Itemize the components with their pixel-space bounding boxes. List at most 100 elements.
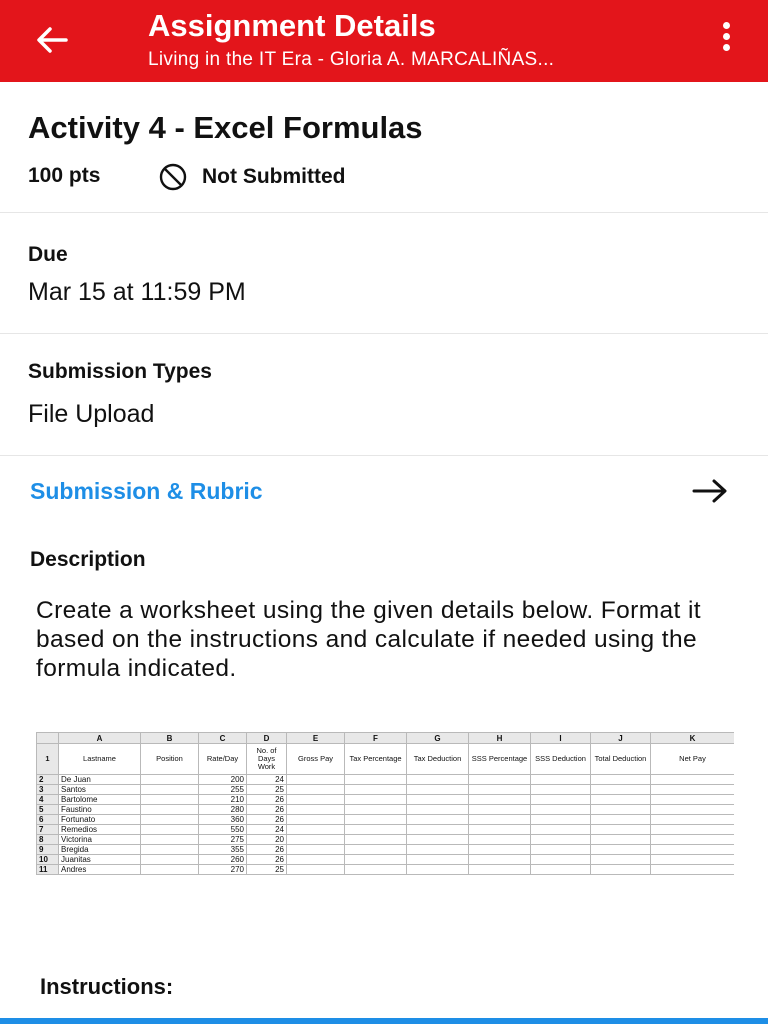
points: 100 pts	[28, 164, 101, 187]
app-bar-subtitle: Living in the IT Era - Gloria A. MARCALI…	[148, 49, 555, 70]
table-cell	[140, 864, 199, 875]
table-cell: 26	[246, 804, 287, 815]
column-letter: G	[406, 732, 469, 744]
table-row: 2 De Juan 200 24	[36, 774, 734, 785]
table-cell	[650, 824, 734, 835]
divider	[0, 455, 768, 456]
app-bar-title: Assignment Details	[148, 8, 436, 43]
column-letter-row: A B C D E F G H I J K	[36, 732, 734, 744]
table-row: 3 Santos 255 25	[36, 784, 734, 795]
table-cell	[344, 864, 407, 875]
table-cell	[530, 784, 591, 795]
header-cell: Lastname	[58, 743, 141, 775]
arrow-right-icon	[692, 479, 727, 503]
column-letter: H	[468, 732, 531, 744]
table-cell	[468, 774, 531, 785]
table-cell	[590, 854, 651, 865]
table-cell	[286, 784, 345, 795]
table-cell: 355	[198, 844, 247, 855]
table-cell: 260	[198, 854, 247, 865]
submission-rubric-link[interactable]: Submission & Rubric	[30, 478, 263, 505]
column-letter: J	[590, 732, 651, 744]
table-cell	[590, 864, 651, 875]
table-cell	[590, 824, 651, 835]
arrow-left-icon	[37, 27, 68, 53]
table-cell	[530, 864, 591, 875]
more-options-button[interactable]	[712, 22, 740, 58]
table-cell	[590, 774, 651, 785]
due-label: Due	[28, 243, 68, 266]
submission-types-value: File Upload	[28, 400, 155, 428]
table-cell: Andres	[58, 864, 141, 875]
table-cell	[530, 854, 591, 865]
table-cell	[286, 864, 345, 875]
table-cell	[286, 804, 345, 815]
table-cell	[140, 774, 199, 785]
table-cell	[406, 824, 469, 835]
table-cell	[286, 814, 345, 825]
spreadsheet-image: A B C D E F G H I J K 1 Lastname Positio…	[36, 732, 734, 890]
submission-types-label: Submission Types	[28, 360, 212, 383]
table-cell	[650, 864, 734, 875]
table-cell	[590, 794, 651, 805]
table-row: 9 Bregida 355 26	[36, 844, 734, 855]
column-letter: A	[58, 732, 141, 744]
table-cell	[530, 794, 591, 805]
table-cell	[530, 824, 591, 835]
table-cell	[140, 824, 199, 835]
table-cell	[468, 834, 531, 845]
header-cell: Gross Pay	[286, 743, 345, 775]
table-cell	[590, 784, 651, 795]
table-cell	[406, 774, 469, 785]
table-cell	[590, 844, 651, 855]
table-cell	[286, 844, 345, 855]
table-cell: 20	[246, 834, 287, 845]
header-cell: No. of Days Work	[246, 743, 287, 775]
row-number: 11	[36, 864, 59, 875]
table-cell	[468, 784, 531, 795]
header-row: 1 Lastname Position Rate/Day No. of Days…	[36, 743, 734, 775]
table-cell	[468, 854, 531, 865]
header-cell: Position	[140, 743, 199, 775]
table-cell: 26	[246, 844, 287, 855]
table-cell	[406, 854, 469, 865]
table-cell: 360	[198, 814, 247, 825]
table-row: 11 Andres 270 25	[36, 864, 734, 875]
table-cell: 275	[198, 834, 247, 845]
table-cell: 25	[246, 784, 287, 795]
table-cell: 255	[198, 784, 247, 795]
divider	[0, 333, 768, 334]
table-cell: 24	[246, 774, 287, 785]
table-cell	[344, 784, 407, 795]
column-letter: I	[530, 732, 591, 744]
submission-rubric-arrow[interactable]	[690, 476, 730, 506]
assignment-title: Activity 4 - Excel Formulas	[28, 110, 423, 145]
row-number: 2	[36, 774, 59, 785]
table-cell	[530, 774, 591, 785]
back-button[interactable]	[30, 18, 74, 62]
table-cell	[590, 804, 651, 815]
table-cell: 26	[246, 794, 287, 805]
table-row: 8 Victorina 275 20	[36, 834, 734, 845]
bottom-accent-bar	[0, 1018, 768, 1024]
column-letter: E	[286, 732, 345, 744]
table-cell	[140, 814, 199, 825]
table-cell	[650, 794, 734, 805]
table-cell	[468, 794, 531, 805]
header-cell: Tax Deduction	[406, 743, 469, 775]
more-vertical-icon	[722, 22, 730, 29]
table-cell	[468, 804, 531, 815]
table-cell	[286, 824, 345, 835]
due-value: Mar 15 at 11:59 PM	[28, 278, 246, 306]
not-allowed-icon	[159, 163, 187, 191]
spreadsheet-body: 2 De Juan 200 24 3 Santos 255 25 4 Bartolome 210 26…	[36, 774, 734, 875]
header-cell: SSS Percentage	[468, 743, 531, 775]
table-cell	[530, 834, 591, 845]
table-cell	[650, 814, 734, 825]
table-cell	[406, 804, 469, 815]
table-cell: 270	[198, 864, 247, 875]
table-cell	[590, 834, 651, 845]
table-row: 6 Fortunato 360 26	[36, 814, 734, 825]
table-row: 10 Juanitas 260 26	[36, 854, 734, 865]
table-cell: Victorina	[58, 834, 141, 845]
